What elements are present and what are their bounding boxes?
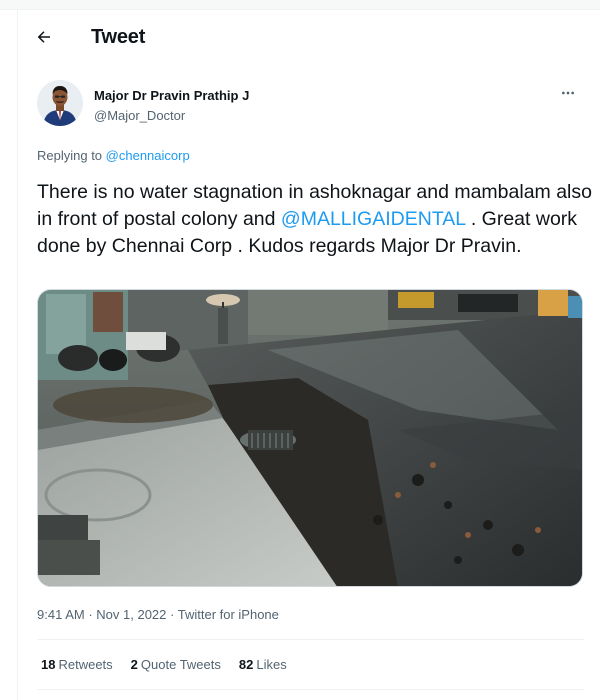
page-header: Tweet [18,10,600,62]
likes-count: 82 [238,657,254,672]
replying-mention-link[interactable]: @chennaicorp [106,148,190,163]
author-handle[interactable]: @Major_Doctor [94,108,185,123]
author-name[interactable]: Major Dr Pravin Prathip J [94,88,249,103]
tweet-source[interactable]: Twitter for iPhone [178,607,279,622]
divider-bottom [37,689,584,690]
more-options-button[interactable] [555,80,581,106]
likes-stat[interactable]: 82 Likes [239,657,287,672]
tweet-metadata: 9:41 AM · Nov 1, 2022 · Twitter for iPho… [37,607,279,622]
retweets-stat[interactable]: 18 Retweets [41,657,113,672]
divider-top [37,639,584,640]
replying-prefix: Replying to [37,148,103,163]
tweet-date[interactable]: Nov 1, 2022 [96,607,166,622]
quote-tweets-label: Quote Tweets [140,657,221,672]
tweet-stats: 18 Retweets 2 Quote Tweets 82 Likes [41,657,287,672]
quote-tweets-count: 2 [130,657,138,672]
avatar[interactable] [37,80,83,126]
more-horizontal-icon [562,91,574,95]
tweet-media-video[interactable] [37,289,583,587]
tweet-text: There is no water stagnation in ashoknag… [37,179,593,260]
tweet-author: Major Dr Pravin Prathip J @Major_Doctor [37,80,587,136]
browser-top-strip [0,0,600,10]
retweets-count: 18 [41,657,56,672]
tweet-time[interactable]: 9:41 AM [37,607,85,622]
tweet-mention-link[interactable]: @MALLIGAIDENTAL [281,208,466,230]
retweets-label: Retweets [58,657,113,672]
quote-tweets-stat[interactable]: 2 Quote Tweets [131,657,221,672]
page-title: Tweet [91,26,146,48]
meta-separator-2: · [170,607,178,622]
likes-label: Likes [256,657,287,672]
replying-to: Replying to @chennaicorp [37,148,190,163]
arrow-left-icon [37,31,50,43]
back-button[interactable] [30,23,58,51]
tweet-detail-panel: Tweet Major Dr Pravin Prathip J @Major_D… [17,10,600,700]
